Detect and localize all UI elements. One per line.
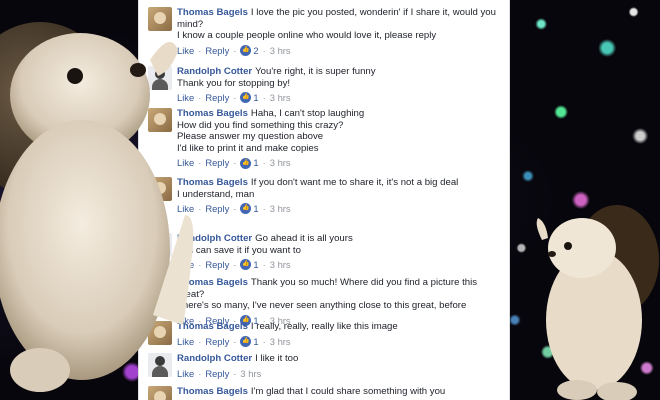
comment-text-line: Thomas Bagels If you don't want me to sha… (177, 177, 502, 189)
comment-actions: Like·Reply·👍1·3 hrs (177, 203, 502, 215)
like-count: 2 (253, 44, 259, 56)
separator-dot: · (233, 335, 237, 347)
reply-button[interactable]: Reply (205, 336, 229, 348)
like-count: 1 (253, 335, 259, 347)
separator-dot: · (233, 203, 237, 215)
comment-text: I'm glad that I could share something wi… (250, 386, 446, 397)
like-count-badge[interactable]: 👍 1 (240, 259, 259, 271)
like-count-badge[interactable]: 👍 1 (240, 157, 259, 169)
separator-dot: · (233, 259, 237, 271)
comment-timestamp[interactable]: 3 hrs (240, 368, 261, 380)
comment-actions: Like · Reply · 👍 2 · 3 hrs (177, 45, 502, 57)
separator-dot: · (262, 92, 266, 104)
reply-button[interactable]: Reply (205, 203, 229, 215)
comment-text: I really, really, really like this image (250, 321, 398, 332)
comment-timestamp[interactable]: 3 hrs (270, 259, 291, 271)
comment-timestamp[interactable]: 3 hrs (270, 157, 291, 169)
comment-text: You're right, it is super funny (255, 66, 376, 77)
comment-body: Thomas Bagels I'm glad that I could share… (177, 386, 502, 398)
separator-dot: · (233, 44, 237, 56)
comment-text-line: You can save it if you want to (177, 245, 502, 257)
separator-dot: · (262, 203, 266, 215)
comment-timestamp[interactable]: 3 hrs (270, 45, 291, 57)
like-count-badge[interactable]: 👍 2 (240, 44, 259, 57)
comment-body: Thomas Bagels I love the pic you posted, … (177, 7, 502, 57)
separator-dot: · (233, 367, 237, 379)
comment-body: Randolph Cotter I like it too Like · Reply · 3… (177, 353, 502, 379)
comment-text: I know a couple people online who would … (177, 30, 437, 42)
comment-actions: Like·Reply·👍1·3 hrs (177, 157, 502, 169)
separator-dot: · (262, 157, 266, 169)
comment-text-line: There's so many, I've never seen anythin… (177, 300, 502, 312)
like-count-badge[interactable]: 👍 1 (240, 335, 259, 348)
like-count: 1 (253, 157, 259, 169)
comment-body: Thomas Bagels If you don't want me to sha… (177, 177, 502, 215)
like-count-badge[interactable]: 👍 1 (240, 203, 259, 215)
thumbs-up-icon: 👍 (240, 335, 252, 347)
comment-text-line: I understand, man (177, 189, 502, 201)
comment-text: I love the pic you posted, wonderin' if … (250, 7, 496, 18)
reply-button[interactable]: Reply (205, 259, 229, 271)
comment-text: Haha, I can't stop laughing (250, 108, 365, 119)
comment-text-line: Thank you for stopping by! (177, 78, 502, 90)
comment-text-line: Randolph Cotter I like it too (177, 353, 502, 365)
comment-text-line: Randolph Cotter Go ahead it is all yours (177, 233, 502, 245)
comment-text: I like it too (255, 353, 299, 364)
thumbs-up-icon: 👍 (240, 203, 252, 215)
hedgehog-left-image (0, 22, 194, 392)
reply-button[interactable]: Reply (205, 157, 229, 169)
thumbs-up-icon: 👍 (240, 45, 252, 57)
comment-text: If you don't want me to share it, it's n… (250, 177, 459, 188)
comment-text-line: Thomas Bagels I'm glad that I could share… (177, 386, 502, 398)
reply-button[interactable]: Reply (205, 92, 229, 104)
comment-body: Thomas Bagels Thank you so much! Where di… (177, 277, 502, 327)
comment-text-line: Thomas Bagels I really, really, really li… (177, 321, 502, 333)
like-count: 1 (253, 203, 259, 215)
reply-button[interactable]: Reply (205, 368, 229, 380)
separator-dot: · (233, 92, 237, 104)
comment-text-line: Thomas Bagels I love the pic you posted, … (177, 7, 502, 19)
comment-actions: Like·Reply·👍1·3 hrs (177, 336, 502, 348)
comment-timestamp[interactable]: 3 hrs (270, 203, 291, 215)
comment-text-line: Thomas Bagels Haha, I can't stop laughing (177, 108, 502, 120)
comment-text: There's so many, I've never seen anythin… (177, 300, 467, 312)
like-count: 1 (253, 92, 259, 104)
thumbs-up-icon: 👍 (240, 92, 252, 104)
comment-text-line: Please answer my question above (177, 131, 502, 143)
comment-text-line: mind? (177, 19, 502, 31)
hedgehog-right-image (536, 205, 659, 400)
separator-dot: · (233, 157, 237, 169)
reply-button[interactable]: Reply (205, 45, 229, 57)
thumbs-up-icon: 👍 (240, 157, 252, 169)
comment-actions: Like·Reply·👍1·3 hrs (177, 259, 502, 271)
separator-dot: · (262, 335, 266, 347)
comment-actions: Like·Reply·👍1·3 hrs (177, 92, 502, 104)
comment-text-line: I know a couple people online who would … (177, 30, 502, 42)
comment-timestamp[interactable]: 3 hrs (270, 92, 291, 104)
comment-text-line: Randolph Cotter You're right, it is super… (177, 66, 502, 78)
comment-body: Thomas Bagels I really, really, really li… (177, 321, 502, 347)
comment-body: Randolph Cotter Go ahead it is all yours Y… (177, 233, 502, 271)
comment-text-line: Thomas Bagels Thank you so much! Where di… (177, 277, 502, 300)
comment-text-line: How did you find something this crazy? (177, 120, 502, 132)
comment-actions: Like · Reply · 3 hrs (177, 368, 502, 380)
like-count-badge[interactable]: 👍 1 (240, 92, 259, 104)
separator-dot: · (262, 259, 266, 271)
comment-text-line: I'd like to print it and make copies (177, 143, 502, 155)
comment-text: Go ahead it is all yours (255, 233, 353, 244)
thumbs-up-icon: 👍 (240, 259, 252, 271)
like-count: 1 (253, 259, 259, 271)
comment-timestamp[interactable]: 3 hrs (270, 336, 291, 348)
separator-dot: · (262, 44, 266, 56)
comment-text: How did you find something this crazy? (177, 119, 344, 131)
comment-body: Randolph Cotter You're right, it is super… (177, 66, 502, 104)
comment-body: Thomas Bagels Haha, I can't stop laughing… (177, 108, 502, 169)
